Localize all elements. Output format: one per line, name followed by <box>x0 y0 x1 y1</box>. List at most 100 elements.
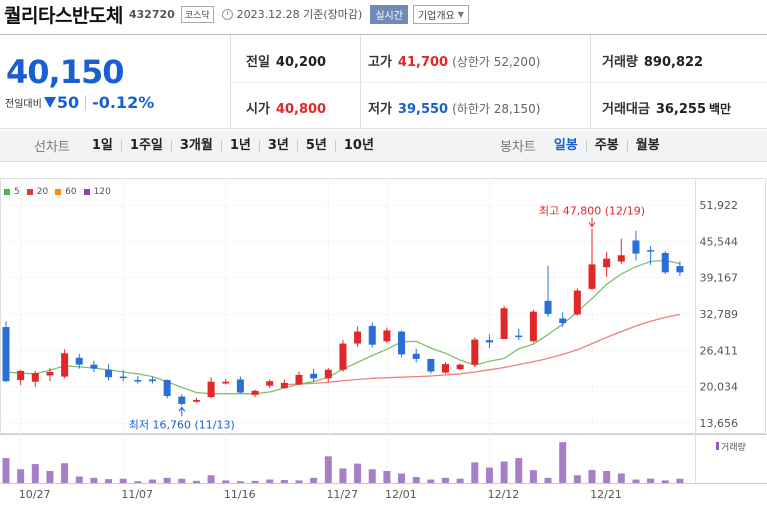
candle-body <box>192 399 200 402</box>
stock-code: 432720 <box>128 7 175 21</box>
candle-body <box>544 300 552 314</box>
volume-bar <box>149 479 156 483</box>
volume-bar <box>588 470 596 483</box>
company-overview-label: 기업개요 <box>417 10 455 22</box>
period-monthly[interactable]: 월봉 <box>626 139 668 152</box>
volume-bar <box>192 480 200 483</box>
y-tick-label: 26,411 <box>700 344 739 357</box>
volume-bar <box>324 456 332 483</box>
candle-body <box>134 380 142 382</box>
stat-value: 39,550 <box>397 102 449 117</box>
volume-bar <box>661 480 669 483</box>
candle-body <box>222 381 230 384</box>
candle-body <box>2 327 10 382</box>
volume-bar <box>222 480 230 483</box>
candle-body <box>251 390 259 395</box>
legend-label: 120 <box>93 187 111 197</box>
volume-bar <box>676 478 684 483</box>
company-overview-dropdown[interactable]: 기업개요 ▼ <box>412 4 469 24</box>
line-chart-label[interactable]: 선차트 <box>34 136 70 155</box>
volume-bar <box>163 477 171 483</box>
realtime-button[interactable]: 실시간 <box>370 4 408 24</box>
stat-value: 40,800 <box>275 102 327 117</box>
divider <box>230 82 767 83</box>
period-3m[interactable]: 3개월 <box>170 139 221 152</box>
volume-bar <box>2 458 10 483</box>
candle-body <box>310 373 318 379</box>
stat-unit: 백만 <box>709 102 732 116</box>
stat-label: 시가 <box>246 102 270 117</box>
candle-body <box>266 381 274 386</box>
legend-swatch <box>4 189 10 195</box>
legend-swatch <box>55 189 62 195</box>
period-daily[interactable]: 일봉 <box>546 139 586 152</box>
period-weekly[interactable]: 주봉 <box>585 139 627 152</box>
candle-body <box>471 339 479 365</box>
volume-bar <box>632 479 640 483</box>
y-tick-label: 39,167 <box>700 272 739 285</box>
candle-body <box>442 364 449 373</box>
volume-bar <box>236 481 244 483</box>
volume-bar <box>31 464 39 483</box>
period-5y[interactable]: 5년 <box>296 139 335 152</box>
stat-low: 저가 39,550 (하한가 28,150) <box>368 98 540 117</box>
candle-body <box>90 364 98 369</box>
candle-body <box>588 264 596 289</box>
candle-chart-label[interactable]: 봉차트 <box>500 136 536 155</box>
volume-bar <box>119 478 127 483</box>
divider <box>85 95 87 110</box>
volume-bar <box>573 475 581 483</box>
upper-limit: (상한가 52,200) <box>452 55 541 69</box>
high-annotation: 최고 47,800 (12/19) <box>539 204 645 217</box>
candle-body <box>119 376 127 379</box>
x-tick-label: 12/12 <box>488 488 520 501</box>
candle-body <box>324 369 332 379</box>
period-10y[interactable]: 10년 <box>334 139 382 152</box>
candle-body <box>295 374 303 385</box>
legend-item: 5 <box>4 187 20 197</box>
candle-body <box>280 382 288 388</box>
period-1d[interactable]: 1일 <box>84 139 121 152</box>
stat-label: 고가 <box>368 55 392 70</box>
period-1y[interactable]: 1년 <box>220 139 259 152</box>
candle-body <box>339 343 347 370</box>
candle-body <box>647 250 655 252</box>
volume-bar <box>617 473 625 483</box>
volume-bar <box>544 477 552 483</box>
candle-body <box>661 252 669 273</box>
candle-body <box>485 340 493 343</box>
candle-body <box>354 331 362 344</box>
volume-bar <box>412 476 420 483</box>
candle-body <box>632 240 640 254</box>
candle-body <box>529 311 537 342</box>
clock-icon <box>221 8 233 20</box>
legend-label: 5 <box>14 187 20 197</box>
volume-bar <box>61 463 69 483</box>
market-badge: 코스닥 <box>180 5 214 23</box>
x-tick-label: 11/07 <box>121 488 153 501</box>
candle-body <box>500 308 508 340</box>
stat-open: 시가 40,800 <box>246 98 326 117</box>
volume-bar <box>442 477 449 483</box>
volume-bar <box>105 479 113 483</box>
stat-value: 36,255 <box>655 102 707 117</box>
period-3y[interactable]: 3년 <box>258 139 297 152</box>
candle-body <box>75 357 83 365</box>
candle-body <box>31 373 39 382</box>
candlestick-chart: 5 20 60 120 51,922 45,544 39,167 32,789 26,4… <box>0 163 767 522</box>
period-1w[interactable]: 1주일 <box>120 139 171 152</box>
stat-value: 890,822 <box>643 55 704 70</box>
volume-bar <box>456 478 464 483</box>
volume-bar <box>603 470 611 483</box>
candle-body <box>236 379 244 393</box>
volume-bar <box>354 463 362 483</box>
candle-body <box>163 380 171 396</box>
lower-limit: (하한가 28,150) <box>452 102 541 116</box>
volume-bar <box>207 475 215 483</box>
candle-body <box>149 379 156 382</box>
x-tick-label: 10/27 <box>19 488 51 501</box>
candle-body <box>17 370 25 381</box>
legend-label: 60 <box>65 187 77 197</box>
stat-value: 40,200 <box>275 55 327 70</box>
volume-bar <box>75 476 83 483</box>
